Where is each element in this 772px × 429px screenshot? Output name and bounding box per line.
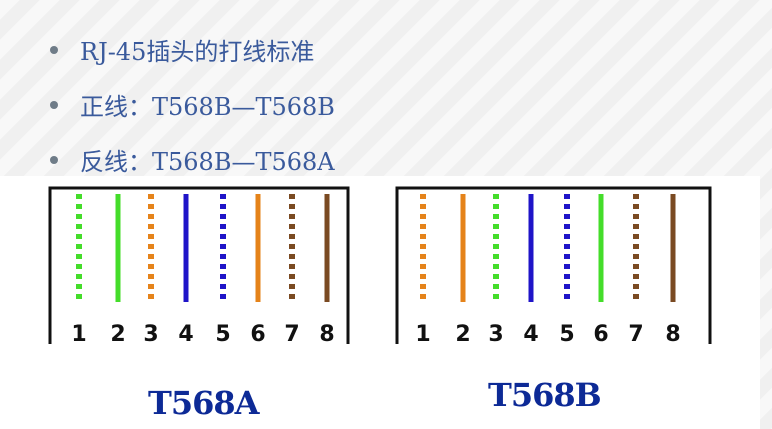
pin-number-1: 1 [71, 322, 86, 347]
t568a-label: T568A [148, 384, 259, 422]
pin-number-3: 3 [488, 322, 503, 347]
pin-number-6: 6 [250, 322, 265, 347]
t568b-label: T568B [488, 376, 602, 414]
wiring-diagram-panel: 12345678 12345678 T568A T568B [0, 176, 760, 429]
pin-number-1: 1 [415, 322, 430, 347]
pin-number-5: 5 [559, 322, 574, 347]
bullet-dot-icon [50, 100, 58, 109]
pin-number-2: 2 [110, 322, 125, 347]
bullet-text: RJ-45插头的打线标准 [80, 38, 315, 66]
bullet-list: RJ-45插头的打线标准 正线：T568B—T568B 反线：T568B—T56… [50, 22, 335, 187]
pin-number-8: 8 [665, 322, 680, 347]
pin-number-4: 4 [178, 322, 193, 347]
connector-t568b: 12345678 [395, 186, 712, 347]
bullet-dot-icon [50, 45, 58, 54]
pin-number-3: 3 [143, 322, 158, 347]
bullet-text: 反线：T568B—T568A [80, 148, 335, 176]
connector-frame [395, 186, 712, 344]
pin-number-6: 6 [593, 322, 608, 347]
bullet-item: 正线：T568B—T568B [50, 77, 335, 132]
bullet-dot-icon [50, 155, 58, 164]
connector-t568a: 12345678 [48, 186, 350, 347]
bullet-item: RJ-45插头的打线标准 [50, 22, 335, 77]
connector-frame [48, 186, 350, 344]
pin-number-7: 7 [284, 322, 299, 347]
pin-number-5: 5 [215, 322, 230, 347]
pin-number-7: 7 [628, 322, 643, 347]
pin-number-2: 2 [455, 322, 470, 347]
pin-number-4: 4 [523, 322, 538, 347]
bullet-text: 正线：T568B—T568B [80, 93, 335, 121]
pin-number-8: 8 [319, 322, 334, 347]
